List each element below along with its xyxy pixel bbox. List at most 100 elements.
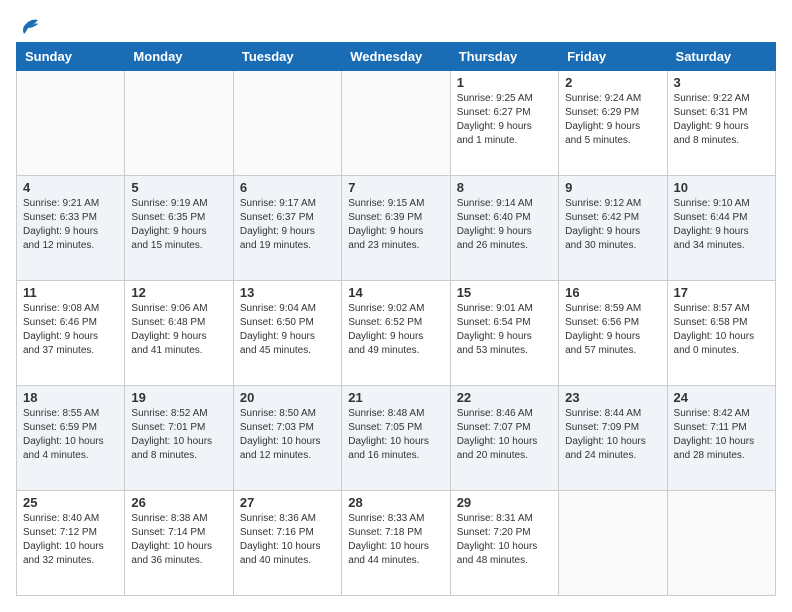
day-number: 1 bbox=[457, 75, 552, 90]
calendar-cell: 18 Sunrise: 8:55 AM Sunset: 6:59 PM Dayli… bbox=[17, 386, 125, 491]
weekday-header-friday: Friday bbox=[559, 43, 667, 71]
day-number: 10 bbox=[674, 180, 769, 195]
day-info: Sunrise: 8:40 AM Sunset: 7:12 PM Dayligh… bbox=[23, 512, 118, 568]
calendar-week-row: 18 Sunrise: 8:55 AM Sunset: 6:59 PM Dayli… bbox=[17, 386, 776, 491]
day-info: Sunrise: 9:02 AM Sunset: 6:52 PM Dayligh… bbox=[348, 302, 443, 358]
day-info: Sunrise: 8:55 AM Sunset: 6:59 PM Dayligh… bbox=[23, 407, 118, 463]
day-info: Sunrise: 9:10 AM Sunset: 6:44 PM Dayligh… bbox=[674, 197, 769, 253]
day-info: Sunrise: 8:46 AM Sunset: 7:07 PM Dayligh… bbox=[457, 407, 552, 463]
day-info: Sunrise: 8:44 AM Sunset: 7:09 PM Dayligh… bbox=[565, 407, 660, 463]
day-number: 29 bbox=[457, 495, 552, 510]
calendar-cell: 29 Sunrise: 8:31 AM Sunset: 7:20 PM Dayli… bbox=[450, 491, 558, 596]
day-number: 24 bbox=[674, 390, 769, 405]
weekday-header-thursday: Thursday bbox=[450, 43, 558, 71]
calendar-week-row: 4 Sunrise: 9:21 AM Sunset: 6:33 PM Daylig… bbox=[17, 176, 776, 281]
calendar-cell: 19Sunrise: 8:52 AM Sunset: 7:01 PM Dayli… bbox=[125, 386, 233, 491]
day-number: 13 bbox=[240, 285, 335, 300]
day-number: 12 bbox=[131, 285, 226, 300]
calendar-cell: 13 Sunrise: 9:04 AM Sunset: 6:50 PM Dayli… bbox=[233, 281, 341, 386]
calendar-cell bbox=[125, 71, 233, 176]
day-number: 14 bbox=[348, 285, 443, 300]
day-number: 5 bbox=[131, 180, 226, 195]
day-number: 6 bbox=[240, 180, 335, 195]
calendar-cell: 1 Sunrise: 9:25 AM Sunset: 6:27 PM Daylig… bbox=[450, 71, 558, 176]
day-number: 15 bbox=[457, 285, 552, 300]
logo bbox=[16, 16, 40, 32]
day-info: Sunrise: 8:38 AM Sunset: 7:14 PM Dayligh… bbox=[131, 512, 226, 568]
weekday-header-tuesday: Tuesday bbox=[233, 43, 341, 71]
day-info: Sunrise: 8:50 AM Sunset: 7:03 PM Dayligh… bbox=[240, 407, 335, 463]
calendar-cell: 10 Sunrise: 9:10 AM Sunset: 6:44 PM Dayli… bbox=[667, 176, 775, 281]
day-info: Sunrise: 9:22 AM Sunset: 6:31 PM Dayligh… bbox=[674, 92, 769, 148]
day-info: Sunrise: 8:57 AM Sunset: 6:58 PM Dayligh… bbox=[674, 302, 769, 358]
day-number: 9 bbox=[565, 180, 660, 195]
calendar-header-row: SundayMondayTuesdayWednesdayThursdayFrid… bbox=[17, 43, 776, 71]
calendar-cell bbox=[667, 491, 775, 596]
calendar-cell bbox=[17, 71, 125, 176]
day-info: Sunrise: 8:31 AM Sunset: 7:20 PM Dayligh… bbox=[457, 512, 552, 568]
day-info: Sunrise: 9:19 AM Sunset: 6:35 PM Dayligh… bbox=[131, 197, 226, 253]
calendar-cell: 12 Sunrise: 9:06 AM Sunset: 6:48 PM Dayli… bbox=[125, 281, 233, 386]
calendar-cell: 27 Sunrise: 8:36 AM Sunset: 7:16 PM Dayli… bbox=[233, 491, 341, 596]
day-info: Sunrise: 8:52 AM Sunset: 7:01 PM Dayligh… bbox=[131, 407, 226, 463]
day-info: Sunrise: 8:33 AM Sunset: 7:18 PM Dayligh… bbox=[348, 512, 443, 568]
calendar-cell: 8 Sunrise: 9:14 AM Sunset: 6:40 PM Daylig… bbox=[450, 176, 558, 281]
day-info: Sunrise: 9:15 AM Sunset: 6:39 PM Dayligh… bbox=[348, 197, 443, 253]
day-info: Sunrise: 9:24 AM Sunset: 6:29 PM Dayligh… bbox=[565, 92, 660, 148]
day-number: 23 bbox=[565, 390, 660, 405]
day-number: 17 bbox=[674, 285, 769, 300]
page: SundayMondayTuesdayWednesdayThursdayFrid… bbox=[0, 0, 792, 612]
day-info: Sunrise: 8:42 AM Sunset: 7:11 PM Dayligh… bbox=[674, 407, 769, 463]
day-info: Sunrise: 9:25 AM Sunset: 6:27 PM Dayligh… bbox=[457, 92, 552, 148]
calendar-cell: 20 Sunrise: 8:50 AM Sunset: 7:03 PM Dayli… bbox=[233, 386, 341, 491]
day-number: 28 bbox=[348, 495, 443, 510]
calendar-cell: 3Sunrise: 9:22 AM Sunset: 6:31 PM Daylig… bbox=[667, 71, 775, 176]
day-info: Sunrise: 9:14 AM Sunset: 6:40 PM Dayligh… bbox=[457, 197, 552, 253]
day-number: 27 bbox=[240, 495, 335, 510]
day-number: 8 bbox=[457, 180, 552, 195]
day-info: Sunrise: 9:17 AM Sunset: 6:37 PM Dayligh… bbox=[240, 197, 335, 253]
calendar-cell: 15 Sunrise: 9:01 AM Sunset: 6:54 PM Dayli… bbox=[450, 281, 558, 386]
weekday-header-saturday: Saturday bbox=[667, 43, 775, 71]
calendar-cell: 2Sunrise: 9:24 AM Sunset: 6:29 PM Daylig… bbox=[559, 71, 667, 176]
calendar-cell: 11Sunrise: 9:08 AM Sunset: 6:46 PM Dayli… bbox=[17, 281, 125, 386]
calendar-cell: 24 Sunrise: 8:42 AM Sunset: 7:11 PM Dayli… bbox=[667, 386, 775, 491]
header bbox=[16, 16, 776, 32]
calendar-cell: 25 Sunrise: 8:40 AM Sunset: 7:12 PM Dayli… bbox=[17, 491, 125, 596]
calendar-cell: 16 Sunrise: 8:59 AM Sunset: 6:56 PM Dayli… bbox=[559, 281, 667, 386]
calendar-cell: 26 Sunrise: 8:38 AM Sunset: 7:14 PM Dayli… bbox=[125, 491, 233, 596]
day-number: 20 bbox=[240, 390, 335, 405]
day-info: Sunrise: 9:01 AM Sunset: 6:54 PM Dayligh… bbox=[457, 302, 552, 358]
calendar-cell: 21 Sunrise: 8:48 AM Sunset: 7:05 PM Dayli… bbox=[342, 386, 450, 491]
day-info: Sunrise: 9:06 AM Sunset: 6:48 PM Dayligh… bbox=[131, 302, 226, 358]
day-info: Sunrise: 8:59 AM Sunset: 6:56 PM Dayligh… bbox=[565, 302, 660, 358]
calendar-cell: 23 Sunrise: 8:44 AM Sunset: 7:09 PM Dayli… bbox=[559, 386, 667, 491]
day-info: Sunrise: 8:48 AM Sunset: 7:05 PM Dayligh… bbox=[348, 407, 443, 463]
calendar-cell: 7 Sunrise: 9:15 AM Sunset: 6:39 PM Daylig… bbox=[342, 176, 450, 281]
weekday-header-wednesday: Wednesday bbox=[342, 43, 450, 71]
day-number: 16 bbox=[565, 285, 660, 300]
calendar-table: SundayMondayTuesdayWednesdayThursdayFrid… bbox=[16, 42, 776, 596]
day-number: 25 bbox=[23, 495, 118, 510]
calendar-cell: 6 Sunrise: 9:17 AM Sunset: 6:37 PM Daylig… bbox=[233, 176, 341, 281]
day-info: Sunrise: 9:21 AM Sunset: 6:33 PM Dayligh… bbox=[23, 197, 118, 253]
weekday-header-sunday: Sunday bbox=[17, 43, 125, 71]
calendar-cell: 22 Sunrise: 8:46 AM Sunset: 7:07 PM Dayli… bbox=[450, 386, 558, 491]
weekday-header-monday: Monday bbox=[125, 43, 233, 71]
calendar-cell bbox=[233, 71, 341, 176]
day-info: Sunrise: 9:08 AM Sunset: 6:46 PM Dayligh… bbox=[23, 302, 118, 358]
calendar-cell bbox=[342, 71, 450, 176]
day-number: 4 bbox=[23, 180, 118, 195]
day-number: 21 bbox=[348, 390, 443, 405]
calendar-week-row: 11Sunrise: 9:08 AM Sunset: 6:46 PM Dayli… bbox=[17, 281, 776, 386]
calendar-cell: 14 Sunrise: 9:02 AM Sunset: 6:52 PM Dayli… bbox=[342, 281, 450, 386]
calendar-cell: 17 Sunrise: 8:57 AM Sunset: 6:58 PM Dayli… bbox=[667, 281, 775, 386]
calendar-cell: 28 Sunrise: 8:33 AM Sunset: 7:18 PM Dayli… bbox=[342, 491, 450, 596]
day-info: Sunrise: 9:04 AM Sunset: 6:50 PM Dayligh… bbox=[240, 302, 335, 358]
day-number: 7 bbox=[348, 180, 443, 195]
calendar-week-row: 1 Sunrise: 9:25 AM Sunset: 6:27 PM Daylig… bbox=[17, 71, 776, 176]
day-number: 22 bbox=[457, 390, 552, 405]
day-number: 18 bbox=[23, 390, 118, 405]
day-info: Sunrise: 8:36 AM Sunset: 7:16 PM Dayligh… bbox=[240, 512, 335, 568]
day-number: 26 bbox=[131, 495, 226, 510]
